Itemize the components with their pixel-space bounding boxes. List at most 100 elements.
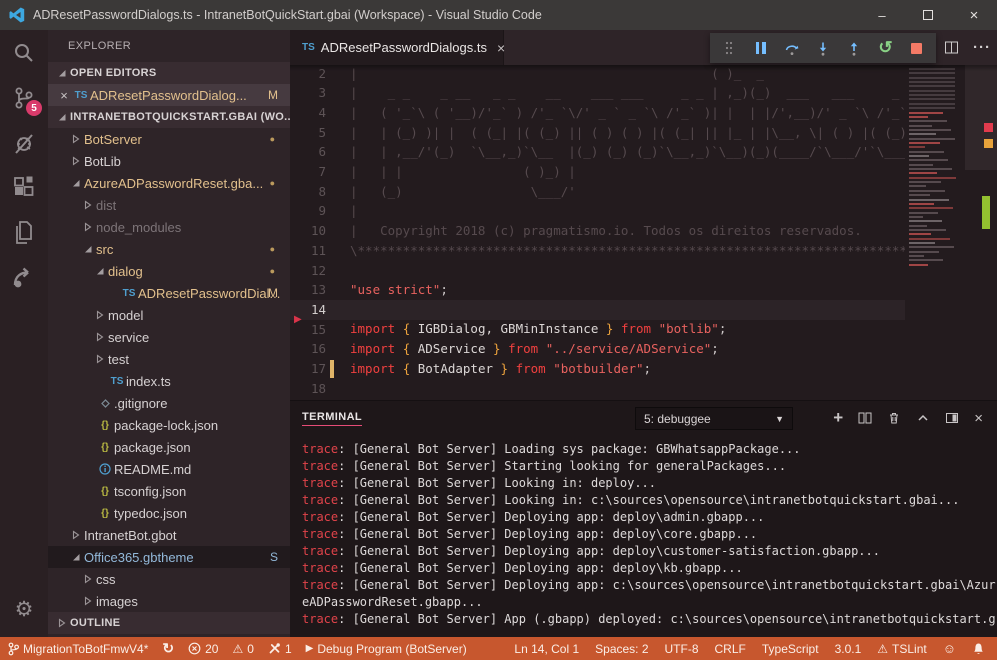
tree-item-node-modules[interactable]: node_modules: [48, 216, 290, 238]
collapse-panel-icon[interactable]: [916, 411, 930, 425]
line-number: 7: [290, 162, 326, 182]
git-modified-badge: M: [268, 88, 278, 102]
step-into-icon[interactable]: [811, 36, 835, 60]
debug-drag-grip[interactable]: [717, 36, 741, 60]
status-debug-launch[interactable]: ▶Debug Program (BotServer): [306, 642, 467, 656]
tree-item-test[interactable]: test: [48, 348, 290, 370]
bottom-panel: TERMINAL 5: debuggee ▼ + ×: [290, 400, 997, 637]
tree-item-adresetpassworddial[interactable]: TSADResetPasswordDial...M: [48, 282, 290, 304]
info-file-icon: [96, 463, 114, 475]
scrollbar-thumb[interactable]: [965, 65, 997, 170]
tree-item-gitignore[interactable]: .gitignore: [48, 392, 290, 414]
status-notifications[interactable]: [972, 642, 985, 656]
smiley-icon: ☺: [943, 641, 956, 656]
tree-item-service[interactable]: service: [48, 326, 290, 348]
chevron-expanded-icon: [68, 179, 84, 188]
close-button[interactable]: ×: [951, 0, 997, 30]
status-git-branch[interactable]: MigrationToBotFmwV4*: [8, 642, 148, 656]
restart-icon[interactable]: ↺: [874, 36, 898, 60]
explorer-icon[interactable]: [0, 210, 48, 255]
tree-item-dialog[interactable]: dialog●: [48, 260, 290, 282]
split-editor-icon[interactable]: [944, 40, 959, 55]
bell-icon: [972, 642, 985, 656]
status-language-mode[interactable]: TypeScript: [762, 642, 819, 656]
source-control-icon[interactable]: 5: [0, 75, 48, 120]
status-sync[interactable]: ↻: [162, 640, 174, 657]
tree-item-src[interactable]: src●: [48, 238, 290, 260]
maximize-button[interactable]: [905, 0, 951, 30]
terminal-picker-value: 5: debuggee: [644, 412, 711, 426]
code-editor[interactable]: 23456789101112131415161718 ▶ | ( )_ _ ||…: [290, 65, 997, 400]
close-panel-icon[interactable]: ×: [974, 410, 983, 427]
tab-terminal[interactable]: TERMINAL: [302, 411, 362, 426]
git-modified-dot: ●: [270, 134, 275, 144]
tree-item-model[interactable]: model: [48, 304, 290, 326]
status-warnings[interactable]: ⚠0: [232, 642, 253, 656]
tree-item-package-json[interactable]: {}package.json: [48, 436, 290, 458]
status-feedback[interactable]: ☺: [943, 641, 956, 656]
tree-item-botlib[interactable]: BotLib: [48, 150, 290, 172]
terminal-line: trace: [General Bot Server] Deploying ap…: [302, 577, 992, 594]
minimap-line: [909, 155, 929, 157]
tools-icon: [268, 642, 281, 655]
status-tslint[interactable]: ⚠TSLint: [877, 642, 926, 656]
tree-item-tsconfig-json[interactable]: {}tsconfig.json: [48, 480, 290, 502]
status-errors[interactable]: 20: [188, 642, 218, 656]
tree-item-css[interactable]: css: [48, 568, 290, 590]
search-icon[interactable]: [0, 30, 48, 75]
minimap[interactable]: [905, 65, 965, 400]
more-actions-icon[interactable]: ···: [973, 39, 991, 56]
tab-close-icon[interactable]: ×: [497, 40, 505, 56]
stop-icon[interactable]: [905, 36, 929, 60]
minimap-line: [909, 242, 935, 244]
minimap-line: [909, 142, 940, 144]
panel-actions: + ×: [833, 401, 983, 435]
tree-item-botserver[interactable]: BotServer●: [48, 128, 290, 150]
status-indentation[interactable]: Spaces: 2: [595, 642, 648, 656]
line-number: 18: [290, 379, 326, 399]
overview-ruler[interactable]: [965, 65, 997, 400]
status-tasks[interactable]: 1: [268, 642, 292, 656]
settings-gear-icon[interactable]: ⚙: [0, 589, 48, 629]
terminal-picker-dropdown[interactable]: 5: debuggee ▼: [635, 407, 793, 430]
tree-item-package-lock-json[interactable]: {}package-lock.json: [48, 414, 290, 436]
split-terminal-icon[interactable]: [858, 411, 872, 425]
share-icon[interactable]: [0, 255, 48, 300]
tree-item-dist[interactable]: dist: [48, 194, 290, 216]
tree-item-index-ts[interactable]: TSindex.ts: [48, 370, 290, 392]
debug-icon[interactable]: [0, 120, 48, 165]
minimize-button[interactable]: –: [859, 0, 905, 30]
maximize-panel-icon[interactable]: [945, 411, 959, 425]
tree-item-adresetpassworddialog[interactable]: ×TSADResetPasswordDialog...M: [48, 84, 290, 106]
terminal-output[interactable]: trace: [General Bot Server] Loading sys …: [302, 441, 992, 628]
tree-item-images[interactable]: images: [48, 590, 290, 612]
chevron-expanded-icon: [68, 553, 84, 562]
kill-terminal-icon[interactable]: [887, 411, 901, 425]
tree-item-typedoc-json[interactable]: {}typedoc.json: [48, 502, 290, 524]
git-modified-dot: ●: [270, 178, 275, 188]
status-label: CRLF: [715, 642, 746, 656]
section-intranetbotquickstart-gbai-wo[interactable]: INTRANETBOTQUICKSTART.GBAI (WO...: [48, 106, 290, 128]
status-encoding[interactable]: UTF-8: [665, 642, 699, 656]
close-editor-icon[interactable]: ×: [56, 88, 72, 103]
warning-icon: ⚠: [877, 642, 888, 656]
status-eol[interactable]: CRLF: [715, 642, 746, 656]
status-cursor-position[interactable]: Ln 14, Col 1: [514, 642, 579, 656]
tree-item-azureadpasswordreset-gba[interactable]: AzureADPasswordReset.gba...●: [48, 172, 290, 194]
tree-item-intranetbot-gbot[interactable]: IntranetBot.gbot: [48, 524, 290, 546]
extensions-icon[interactable]: [0, 165, 48, 210]
debug-toolbar: ↺: [710, 33, 936, 63]
status-ts-version[interactable]: 3.0.1: [835, 642, 862, 656]
step-over-icon[interactable]: [780, 36, 804, 60]
code-line: | | ,__/'(_) `\__,_)`\__ |(_) (_) (_)`\_…: [350, 142, 965, 162]
new-terminal-icon[interactable]: +: [833, 408, 843, 428]
section-open-editors[interactable]: OPEN EDITORS: [48, 62, 290, 84]
tab-adresetpassworddialogs[interactable]: TS ADResetPasswordDialogs.ts ×: [290, 30, 504, 65]
line-number: 2: [290, 65, 326, 83]
tree-item-readme-md[interactable]: README.md: [48, 458, 290, 480]
section-outline[interactable]: OUTLINE: [48, 612, 290, 634]
window-title: ADResetPasswordDialogs.ts - IntranetBotQ…: [33, 8, 542, 22]
step-out-icon[interactable]: [842, 36, 866, 60]
tree-item-office365-gbtheme[interactable]: Office365.gbthemeS: [48, 546, 290, 568]
pause-icon[interactable]: [749, 36, 773, 60]
